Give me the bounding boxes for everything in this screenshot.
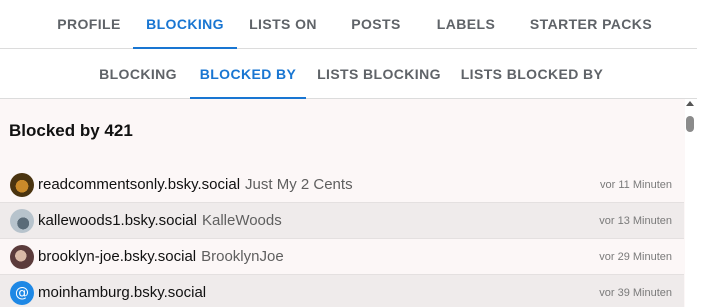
avatar[interactable] bbox=[10, 208, 34, 233]
timestamp: vor 13 Minuten bbox=[599, 214, 672, 227]
timestamp: vor 11 Minuten bbox=[600, 178, 672, 191]
user-handle[interactable]: moinhamburg.bsky.social bbox=[38, 284, 206, 301]
page-title: Blocked by 421 bbox=[9, 121, 133, 140]
avatar[interactable] bbox=[10, 172, 34, 197]
subtab-blocking[interactable]: BLOCKING bbox=[86, 49, 190, 98]
user-display-name: KalleWoods bbox=[201, 212, 282, 229]
tab-blocking[interactable]: BLOCKING bbox=[133, 0, 237, 49]
tab-posts[interactable]: POSTS bbox=[329, 0, 423, 48]
timestamp: vor 39 Minuten bbox=[599, 286, 672, 299]
list-item[interactable]: brooklyn-joe.bsky.social BrooklynJoe vor… bbox=[0, 239, 684, 275]
scroll-thumb[interactable] bbox=[686, 116, 694, 132]
user-display-name: BrooklynJoe bbox=[201, 248, 284, 265]
list-item[interactable]: @ moinhamburg.bsky.social vor 39 Minuten bbox=[0, 275, 684, 307]
tab-profile[interactable]: PROFILE bbox=[45, 0, 133, 48]
list-item[interactable]: kallewoods1.bsky.social KalleWoods vor 1… bbox=[0, 203, 684, 239]
user-handle[interactable]: readcommentsonly.bsky.social bbox=[38, 176, 240, 193]
user-handle[interactable]: brooklyn-joe.bsky.social bbox=[38, 248, 196, 265]
user-display-name: Just My 2 Cents bbox=[245, 176, 353, 193]
subtab-blocked-by[interactable]: BLOCKED BY bbox=[190, 49, 306, 99]
user-handle[interactable]: kallewoods1.bsky.social bbox=[38, 212, 197, 229]
list-item[interactable]: readcommentsonly.bsky.social Just My 2 C… bbox=[0, 167, 684, 203]
subtab-lists-blocking[interactable]: LISTS BLOCKING bbox=[306, 49, 452, 98]
secondary-tab-bar: BLOCKING BLOCKED BY LISTS BLOCKING LISTS… bbox=[0, 49, 697, 99]
at-sign-icon[interactable]: @ bbox=[10, 280, 34, 305]
tab-lists-on[interactable]: LISTS ON bbox=[237, 0, 329, 48]
vertical-scrollbar[interactable] bbox=[685, 99, 697, 307]
scroll-up-arrow-icon[interactable] bbox=[686, 101, 694, 106]
tab-starter-packs[interactable]: STARTER PACKS bbox=[509, 0, 673, 48]
tab-labels[interactable]: LABELS bbox=[423, 0, 509, 48]
avatar[interactable] bbox=[10, 244, 34, 269]
blocked-by-panel: Blocked by 421 readcommentsonly.bsky.soc… bbox=[0, 99, 685, 307]
timestamp: vor 29 Minuten bbox=[599, 250, 672, 263]
subtab-lists-blocked-by[interactable]: LISTS BLOCKED BY bbox=[452, 49, 612, 98]
primary-tab-bar: PROFILE BLOCKING LISTS ON POSTS LABELS S… bbox=[0, 0, 697, 49]
